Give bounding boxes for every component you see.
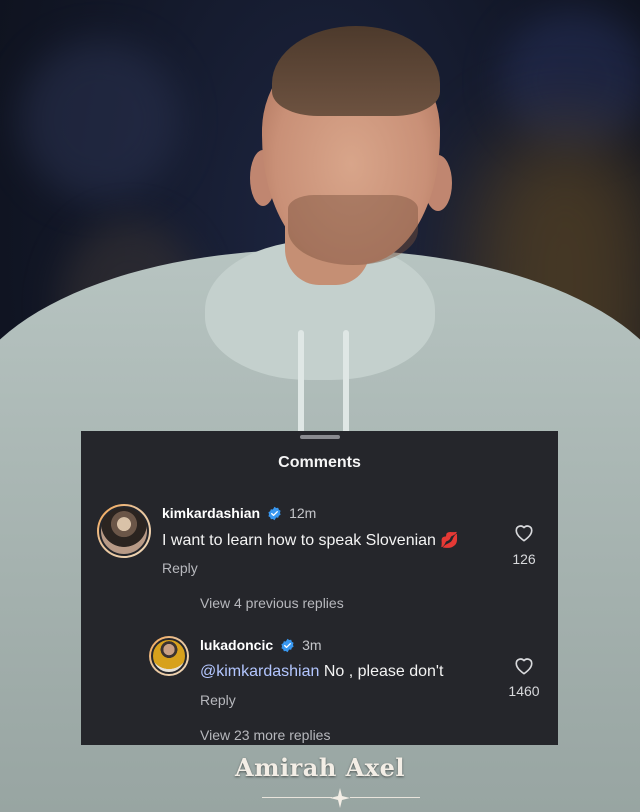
watermark-divider-right — [350, 797, 420, 798]
comments-title: Comments — [278, 454, 361, 471]
reply-button[interactable]: Reply — [200, 692, 236, 708]
mention-link[interactable]: @kimkardashian — [200, 663, 319, 680]
kiss-lips-emoji: 💋 — [439, 532, 459, 549]
reply-username[interactable]: lukadoncic — [200, 637, 273, 653]
view-more-replies-link[interactable]: View 23 more replies — [200, 727, 330, 743]
watermark-divider-left — [262, 797, 332, 798]
reply-time: 3m — [302, 637, 322, 653]
reply-text: @kimkardashian No , please don't — [200, 663, 444, 680]
watermark-text: Amirah Axel — [235, 753, 405, 782]
heart-icon[interactable] — [513, 522, 535, 542]
heart-icon[interactable] — [513, 655, 535, 675]
view-previous-replies-link[interactable]: View 4 previous replies — [200, 595, 344, 611]
verified-badge-icon — [268, 506, 281, 520]
like-count: 1460 — [508, 683, 540, 699]
comment-text: I want to learn how to speak Slovenian 💋 — [162, 532, 459, 549]
verified-badge-icon — [281, 638, 294, 652]
sparkle-star-icon — [330, 788, 350, 808]
avatar-kimkardashian[interactable] — [97, 504, 151, 558]
comment-time: 12m — [289, 505, 317, 521]
comments-sheet: Comments kimkardashian 12m I want to lea… — [81, 431, 558, 745]
sheet-drag-handle[interactable] — [300, 435, 340, 439]
like-count: 126 — [512, 551, 536, 567]
avatar-lukadoncic[interactable] — [149, 636, 189, 676]
reply-button[interactable]: Reply — [162, 560, 198, 576]
comment-username[interactable]: kimkardashian — [162, 505, 260, 521]
